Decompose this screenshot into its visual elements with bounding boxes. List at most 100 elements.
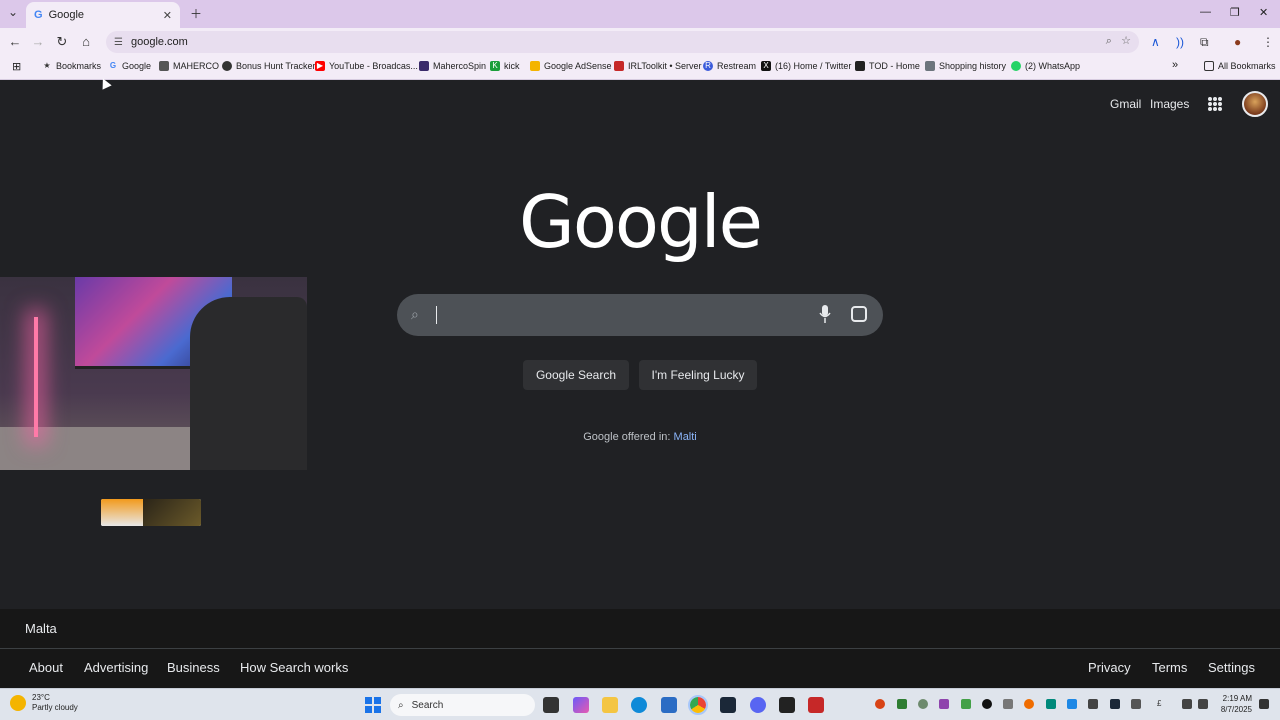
profile-icon[interactable]: ● [1234, 35, 1241, 49]
tab-strip: ⌄ G Google ✕ ＋ — ❐ ✕ [0, 0, 1280, 28]
webcam-overlay [0, 277, 307, 470]
tray-app-3-icon[interactable] [918, 699, 928, 709]
tray-app-9-icon[interactable] [1046, 699, 1056, 709]
reload-icon[interactable]: ↻ [54, 34, 70, 50]
bookmark-bonus-hunt[interactable]: Bonus Hunt Tracker [222, 61, 316, 71]
minimize-icon[interactable]: — [1200, 6, 1211, 18]
forward-icon[interactable]: → [30, 34, 46, 49]
bookmark-shopping[interactable]: Shopping history [925, 61, 1006, 71]
restore-icon[interactable]: ❐ [1230, 6, 1240, 19]
footer-advertising-link[interactable]: Advertising [84, 660, 148, 675]
new-tab-icon[interactable]: ＋ [190, 5, 202, 22]
bookmark-adsense[interactable]: Google AdSense [530, 61, 612, 71]
store-icon[interactable] [661, 697, 677, 713]
search-input[interactable]: ⌕ [397, 294, 883, 336]
folder-icon [1204, 61, 1214, 71]
account-avatar[interactable] [1242, 91, 1268, 117]
irltoolkit-icon [614, 61, 624, 71]
apps-grid-icon[interactable]: ⊞ [12, 60, 21, 73]
close-icon[interactable]: ✕ [163, 9, 172, 22]
home-icon[interactable]: ⌂ [78, 34, 94, 49]
epic-games-icon[interactable] [779, 697, 795, 713]
windows-start-icon[interactable] [365, 697, 381, 713]
footer-business-link[interactable]: Business [167, 660, 220, 675]
discord-icon[interactable] [750, 697, 766, 713]
more-bookmarks-icon[interactable]: » [1172, 59, 1178, 71]
bluetooth-icon[interactable] [1067, 699, 1077, 709]
system-clock[interactable]: 2:19 AM 8/7/2025 [1212, 693, 1252, 715]
weather-temp: 23°C [32, 693, 50, 702]
tray-app-4-icon[interactable] [939, 699, 949, 709]
weather-widget[interactable]: 23°C Partly cloudy [10, 693, 78, 713]
bookmark-restream[interactable]: R Restream [703, 61, 756, 71]
menu-icon[interactable]: ⋮ [1262, 35, 1274, 49]
google-apps-icon[interactable] [1208, 97, 1222, 111]
footer-country: Malta [0, 609, 1280, 649]
stream-overlay-badge [101, 499, 201, 526]
footer-settings-link[interactable]: Settings [1208, 660, 1255, 675]
bookmark-kick[interactable]: Kkick [490, 61, 520, 71]
restream-icon: R [703, 61, 713, 71]
google-lens-icon[interactable] [851, 306, 867, 322]
steam-icon[interactable] [720, 697, 736, 713]
tray-app-8-icon[interactable] [1024, 699, 1034, 709]
tray-app-1-icon[interactable] [875, 699, 885, 709]
gmail-link[interactable]: Gmail [1110, 97, 1141, 111]
language-indicator-icon[interactable]: £ [1157, 699, 1167, 709]
extensions-icon[interactable]: ⧉ [1200, 35, 1209, 50]
bookmark-mahercospin[interactable]: MahercoSpin [419, 61, 486, 71]
images-link[interactable]: Images [1150, 97, 1189, 111]
search-icon: ⌕ [411, 306, 419, 322]
network-icon[interactable] [1182, 699, 1192, 709]
tab-search-icon[interactable]: ⌄ [8, 5, 18, 19]
shopping-icon [925, 61, 935, 71]
all-bookmarks[interactable]: All Bookmarks [1204, 61, 1276, 71]
microphone-tray-icon[interactable] [1131, 699, 1141, 709]
language-link-malti[interactable]: Malti [674, 431, 697, 443]
notifications-icon[interactable] [1259, 699, 1269, 709]
file-explorer-icon[interactable] [602, 697, 618, 713]
tray-app-6-icon[interactable] [982, 699, 992, 709]
bookmark-irltoolkit[interactable]: IRLToolkit • Server [614, 61, 702, 71]
bookmark-google[interactable]: G Google [108, 61, 151, 71]
app-notification-icon[interactable] [808, 697, 824, 713]
footer-terms-link[interactable]: Terms [1152, 660, 1187, 675]
bookmark-whatsapp[interactable]: (2) WhatsApp [1011, 61, 1080, 71]
edge-icon[interactable] [631, 697, 647, 713]
tray-app-5-icon[interactable] [961, 699, 971, 709]
google-search-button[interactable]: Google Search [523, 360, 629, 390]
tray-app-7-icon[interactable] [1003, 699, 1013, 709]
bookmark-youtube[interactable]: ▶ YouTube - Broadcas... [315, 61, 418, 71]
tab-google[interactable]: G Google ✕ [26, 2, 180, 28]
bookmark-tod[interactable]: TOD - Home [855, 61, 920, 71]
bookmark-bookmarks[interactable]: ★ Bookmarks [42, 61, 101, 71]
bookmark-twitter[interactable]: X (16) Home / Twitter [761, 61, 851, 71]
back-icon[interactable]: ← [7, 34, 23, 49]
task-view-icon[interactable] [543, 697, 559, 713]
extension-audio-icon[interactable]: )) [1176, 35, 1184, 49]
microphone-icon[interactable] [819, 304, 831, 324]
footer-privacy-link[interactable]: Privacy [1088, 660, 1131, 675]
bookmark-star-icon[interactable]: ☆ [1121, 35, 1131, 47]
google-logo: Google [519, 180, 763, 264]
extension-a-icon[interactable]: ∧ [1151, 35, 1160, 49]
chrome-icon[interactable] [688, 695, 708, 715]
globe-icon [222, 61, 232, 71]
zoom-icon[interactable]: ⌕ [1106, 35, 1112, 47]
tray-app-11-icon[interactable] [1088, 699, 1098, 709]
kick-icon: K [490, 61, 500, 71]
bookmark-maherco[interactable]: MAHERCO [159, 61, 219, 71]
tray-steam-icon[interactable] [1110, 699, 1120, 709]
google-homepage: Gmail Images Google ⌕ Google Search I'm … [0, 80, 1280, 688]
feeling-lucky-button[interactable]: I'm Feeling Lucky [639, 360, 757, 390]
site-info-icon[interactable]: ☰ [114, 37, 123, 48]
volume-icon[interactable] [1198, 699, 1208, 709]
tray-nvidia-icon[interactable] [897, 699, 907, 709]
footer-how-search-works-link[interactable]: How Search works [240, 660, 348, 675]
taskbar-search[interactable]: ⌕ Search [390, 694, 535, 716]
footer-about-link[interactable]: About [29, 660, 63, 675]
copilot-icon[interactable] [573, 697, 589, 713]
address-bar[interactable]: ☰ google.com ⌕ ☆ [106, 31, 1139, 53]
google-icon: G [109, 61, 117, 70]
window-close-icon[interactable]: ✕ [1259, 6, 1268, 19]
